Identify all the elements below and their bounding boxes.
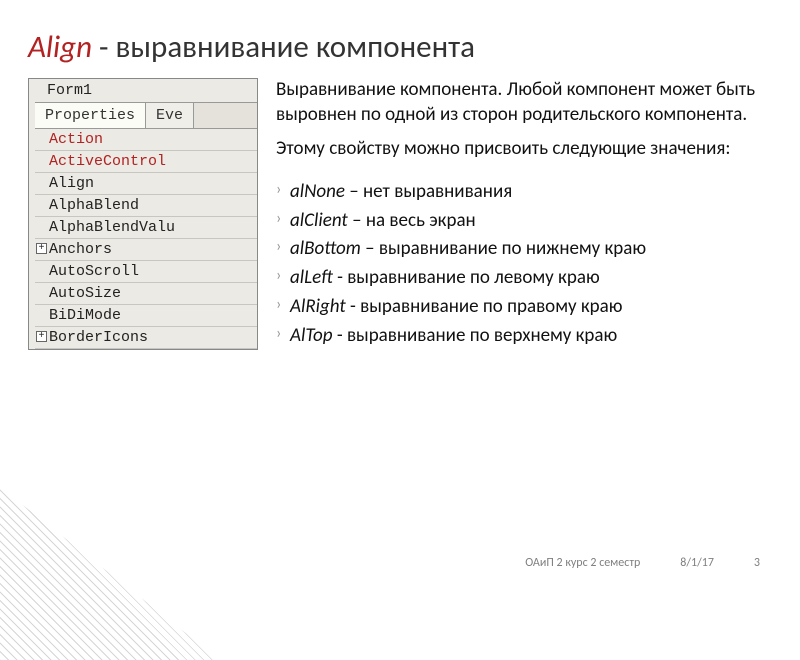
property-label: BorderIcons [49, 329, 148, 346]
list-item: AlRight - выравнивание по правому краю [276, 295, 768, 320]
property-row[interactable]: Action [35, 129, 257, 151]
list-item-term: alBottom [290, 237, 361, 260]
list-item: alClient – на весь экран [276, 209, 768, 234]
description-p1: Выравнивание компонента. Любой компонент… [276, 78, 768, 127]
property-label: Action [49, 131, 103, 148]
list-item-term: AlTop [290, 324, 333, 347]
property-label: ActiveControl [49, 153, 166, 170]
description-p2: Этому свойству можно присвоить следующие… [276, 137, 768, 162]
footer-course: ОАиП 2 курс 2 семестр [525, 556, 640, 570]
property-row[interactable]: AutoScroll [35, 261, 257, 283]
property-row[interactable]: AutoSize [35, 283, 257, 305]
left-column: Form1 Properties Eve Action ActiveControl… [28, 78, 258, 352]
property-label: AlphaBlend [49, 197, 139, 214]
property-row[interactable]: ActiveControl [35, 151, 257, 173]
expand-icon[interactable]: + [36, 331, 47, 342]
content-area: Form1 Properties Eve Action ActiveControl… [0, 78, 800, 352]
property-row[interactable]: AlphaBlend [35, 195, 257, 217]
property-row[interactable]: AlphaBlendValu [35, 217, 257, 239]
list-item: alLeft - выравнивание по левому краю [276, 266, 768, 291]
list-item-desc: – нет выравнивания [345, 180, 512, 203]
list-item-term: alNone [290, 180, 345, 203]
inspector-tabs: Properties Eve [35, 103, 257, 129]
list-item-desc: – на весь экран [348, 209, 476, 232]
property-row[interactable]: BiDiMode [35, 305, 257, 327]
list-item-desc: - выравнивание по правому краю [346, 295, 623, 318]
expand-icon[interactable]: + [36, 243, 47, 254]
tab-properties[interactable]: Properties [35, 103, 146, 128]
slide-footer: ОАиП 2 курс 2 семестр 8/1/17 3 [0, 556, 800, 570]
list-item: alNone – нет выравнивания [276, 180, 768, 205]
right-column: Выравнивание компонента. Любой компонент… [276, 78, 780, 352]
inspector-object-name: Form1 [35, 79, 257, 103]
list-item: alBottom – выравнивание по нижнему краю [276, 237, 768, 262]
property-row[interactable]: Align [35, 173, 257, 195]
footer-page: 3 [754, 556, 760, 570]
list-item: AlTop - выравнивание по верхнему краю [276, 324, 768, 349]
footer-date: 8/1/17 [680, 556, 714, 570]
slide-title: Align - выравнивание компонента [0, 0, 800, 78]
list-item-term: alClient [290, 209, 348, 232]
object-inspector-panel: Form1 Properties Eve Action ActiveControl… [28, 78, 258, 350]
decorative-triangle [0, 440, 220, 660]
property-row[interactable]: +BorderIcons [35, 327, 257, 349]
property-label: BiDiMode [49, 307, 121, 324]
property-label: AutoScroll [49, 263, 139, 280]
list-item-term: alLeft [290, 266, 333, 289]
title-emphasis: Align [28, 28, 92, 66]
properties-list: Action ActiveControl Align AlphaBlend AlphaB… [35, 129, 257, 349]
property-label: Align [49, 175, 94, 192]
property-label: Anchors [49, 241, 112, 258]
property-label: AutoSize [49, 285, 121, 302]
list-item-desc: - выравнивание по левому краю [333, 266, 600, 289]
property-label: AlphaBlendValu [49, 219, 175, 236]
tab-events[interactable]: Eve [146, 103, 194, 128]
bullet-list: alNone – нет выравнивания alClient – на в… [276, 180, 768, 348]
property-row[interactable]: +Anchors [35, 239, 257, 261]
list-item-desc: - выравнивание по верхнему краю [333, 324, 618, 347]
title-rest: - выравнивание компонента [92, 28, 475, 66]
list-item-desc: – выравнивание по нижнему краю [361, 237, 646, 260]
list-item-term: AlRight [290, 295, 346, 318]
